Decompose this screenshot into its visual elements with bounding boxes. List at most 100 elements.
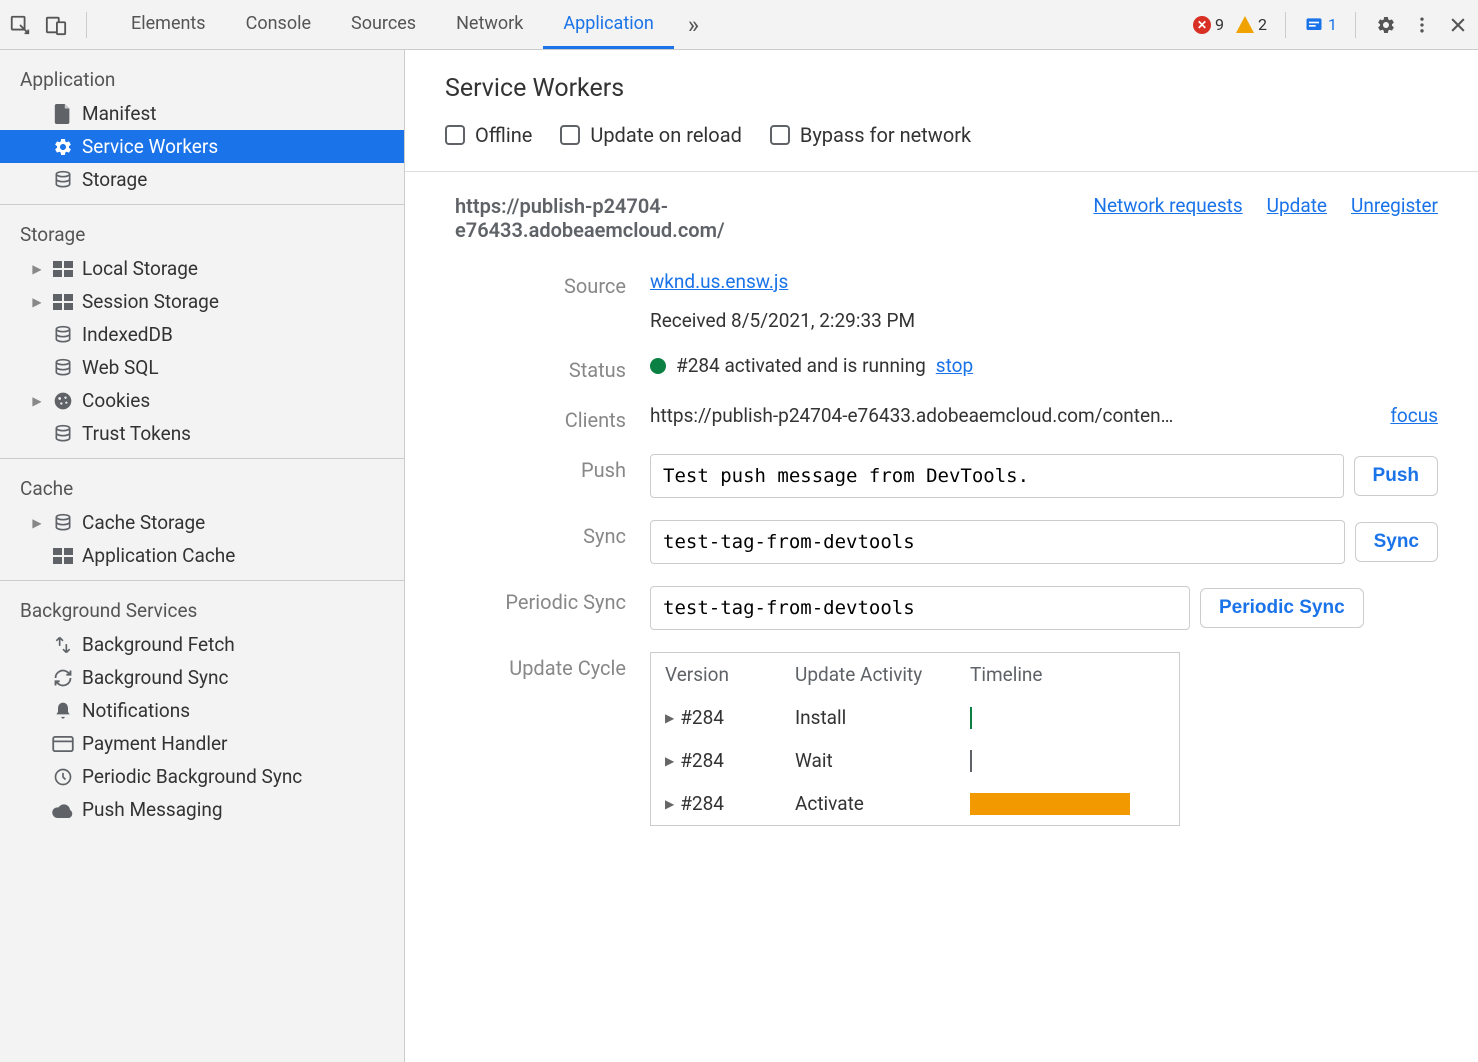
sidebar-item-push-messaging[interactable]: Push Messaging bbox=[0, 793, 404, 826]
chevron-right-icon: ▶ bbox=[665, 711, 674, 725]
checkbox-icon bbox=[770, 125, 790, 145]
sidebar-item-label: Storage bbox=[82, 168, 147, 191]
uc-row[interactable]: ▶#284 Activate bbox=[651, 782, 1179, 825]
label-source: Source bbox=[455, 270, 650, 298]
uc-version: #284 bbox=[680, 792, 724, 815]
sidebar-item-label: Push Messaging bbox=[82, 798, 223, 821]
table-icon bbox=[52, 545, 74, 567]
tab-network[interactable]: Network bbox=[436, 0, 543, 49]
sidebar-item-session-storage[interactable]: ▶ Session Storage bbox=[0, 285, 404, 318]
sidebar-section-cache: Cache ▶ Cache Storage Application Cache bbox=[0, 459, 404, 581]
uc-version: #284 bbox=[680, 706, 724, 729]
sidebar-item-storage[interactable]: Storage bbox=[0, 163, 404, 196]
divider bbox=[86, 12, 87, 38]
chevron-right-icon: ▶ bbox=[665, 797, 674, 811]
tab-elements[interactable]: Elements bbox=[111, 0, 226, 49]
sidebar-item-label: Cookies bbox=[82, 389, 150, 412]
uc-header-version: Version bbox=[665, 663, 795, 686]
credit-card-icon bbox=[52, 733, 74, 755]
uc-version: #284 bbox=[680, 749, 724, 772]
sync-button[interactable]: Sync bbox=[1355, 522, 1438, 562]
sidebar-item-service-workers[interactable]: Service Workers bbox=[0, 130, 404, 163]
devtools-topbar: Elements Console Sources Network Applica… bbox=[0, 0, 1478, 50]
device-toolbar-icon[interactable] bbox=[44, 13, 68, 37]
sidebar-item-label: Local Storage bbox=[82, 257, 198, 280]
sw-received-text: Received 8/5/2021, 2:29:33 PM bbox=[650, 309, 1438, 332]
sidebar-item-background-fetch[interactable]: Background Fetch bbox=[0, 628, 404, 661]
tab-application[interactable]: Application bbox=[543, 0, 673, 49]
tabs-overflow-icon[interactable]: » bbox=[674, 0, 713, 49]
bell-icon bbox=[52, 700, 74, 722]
sw-details-panel: https://publish-p24704-e76433.adobeaemcl… bbox=[405, 171, 1478, 826]
table-icon bbox=[52, 291, 74, 313]
chevron-right-icon: ▶ bbox=[30, 516, 44, 530]
sidebar-section-application: Application Manifest Service Workers Sto… bbox=[0, 50, 404, 205]
uc-row[interactable]: ▶ #284 Install bbox=[651, 696, 1179, 739]
gear-icon bbox=[52, 136, 74, 158]
bypass-for-network-checkbox[interactable]: Bypass for network bbox=[770, 123, 971, 147]
sw-source-link[interactable]: wknd.us.ensw.js bbox=[650, 270, 788, 293]
network-requests-link[interactable]: Network requests bbox=[1093, 194, 1242, 217]
uc-row[interactable]: ▶#284 Wait bbox=[651, 739, 1179, 782]
kebab-menu-icon[interactable] bbox=[1410, 13, 1434, 37]
focus-link[interactable]: focus bbox=[1390, 404, 1438, 427]
sidebar-item-manifest[interactable]: Manifest bbox=[0, 97, 404, 130]
sync-icon bbox=[52, 667, 74, 689]
sw-scope: https://publish-p24704-e76433.adobeaemcl… bbox=[455, 194, 815, 242]
fetch-icon bbox=[52, 634, 74, 656]
sidebar-item-cookies[interactable]: ▶ Cookies bbox=[0, 384, 404, 417]
stop-link[interactable]: stop bbox=[936, 354, 973, 377]
sidebar-item-label: Session Storage bbox=[82, 290, 219, 313]
push-input[interactable] bbox=[650, 454, 1344, 498]
timeline-bar bbox=[970, 750, 972, 772]
sidebar-item-payment-handler[interactable]: Payment Handler bbox=[0, 727, 404, 760]
sidebar-item-label: Cache Storage bbox=[82, 511, 205, 534]
issues-badge[interactable]: 1 bbox=[1304, 15, 1337, 35]
sidebar-item-label: IndexedDB bbox=[82, 323, 173, 346]
tab-sources[interactable]: Sources bbox=[331, 0, 436, 49]
unregister-link[interactable]: Unregister bbox=[1351, 194, 1438, 217]
sync-input[interactable] bbox=[650, 520, 1345, 564]
sidebar-item-application-cache[interactable]: Application Cache bbox=[0, 539, 404, 572]
sidebar-item-local-storage[interactable]: ▶ Local Storage bbox=[0, 252, 404, 285]
push-button[interactable]: Push bbox=[1354, 456, 1438, 496]
close-icon[interactable] bbox=[1446, 13, 1470, 37]
clock-icon bbox=[52, 766, 74, 788]
sidebar-item-notifications[interactable]: Notifications bbox=[0, 694, 404, 727]
database-icon bbox=[52, 169, 74, 191]
service-workers-panel: Service Workers Offline Update on reload… bbox=[405, 50, 1478, 1062]
sidebar-item-label: Service Workers bbox=[82, 135, 218, 158]
uc-activity: Install bbox=[795, 706, 970, 729]
errors-badge[interactable]: ✕ 9 bbox=[1193, 15, 1224, 34]
settings-icon[interactable] bbox=[1374, 13, 1398, 37]
page-title: Service Workers bbox=[445, 74, 1438, 103]
sidebar-item-trust-tokens[interactable]: Trust Tokens bbox=[0, 417, 404, 450]
issues-count: 1 bbox=[1328, 15, 1337, 34]
tab-console[interactable]: Console bbox=[226, 0, 331, 49]
update-on-reload-checkbox[interactable]: Update on reload bbox=[560, 123, 742, 147]
periodic-sync-input[interactable] bbox=[650, 586, 1190, 630]
sw-options-row: Offline Update on reload Bypass for netw… bbox=[445, 123, 1438, 147]
warnings-badge[interactable]: 2 bbox=[1236, 15, 1267, 34]
offline-checkbox[interactable]: Offline bbox=[445, 123, 532, 147]
update-link[interactable]: Update bbox=[1267, 194, 1327, 217]
sidebar-item-indexeddb[interactable]: IndexedDB bbox=[0, 318, 404, 351]
checkbox-icon bbox=[445, 125, 465, 145]
update-cycle-table: Version Update Activity Timeline ▶#284 I… bbox=[650, 652, 1180, 826]
checkbox-label: Offline bbox=[475, 123, 532, 147]
sidebar-item-periodic-background-sync[interactable]: Periodic Background Sync bbox=[0, 760, 404, 793]
sidebar-item-websql[interactable]: Web SQL bbox=[0, 351, 404, 384]
inspect-element-icon[interactable] bbox=[8, 13, 32, 37]
periodic-sync-button[interactable]: Periodic Sync bbox=[1200, 588, 1364, 628]
timeline-bar bbox=[970, 707, 972, 729]
sidebar-item-label: Application Cache bbox=[82, 544, 235, 567]
table-icon bbox=[52, 258, 74, 280]
sidebar-item-cache-storage[interactable]: ▶ Cache Storage bbox=[0, 506, 404, 539]
label-clients: Clients bbox=[455, 404, 650, 432]
database-icon bbox=[52, 512, 74, 534]
sidebar-item-background-sync[interactable]: Background Sync bbox=[0, 661, 404, 694]
sw-client-url: https://publish-p24704-e76433.adobeaemcl… bbox=[650, 404, 1173, 427]
sidebar-section-storage: Storage ▶ Local Storage ▶ Session Storag… bbox=[0, 205, 404, 459]
application-sidebar: Application Manifest Service Workers Sto… bbox=[0, 50, 405, 1062]
sidebar-item-label: Periodic Background Sync bbox=[82, 765, 302, 788]
